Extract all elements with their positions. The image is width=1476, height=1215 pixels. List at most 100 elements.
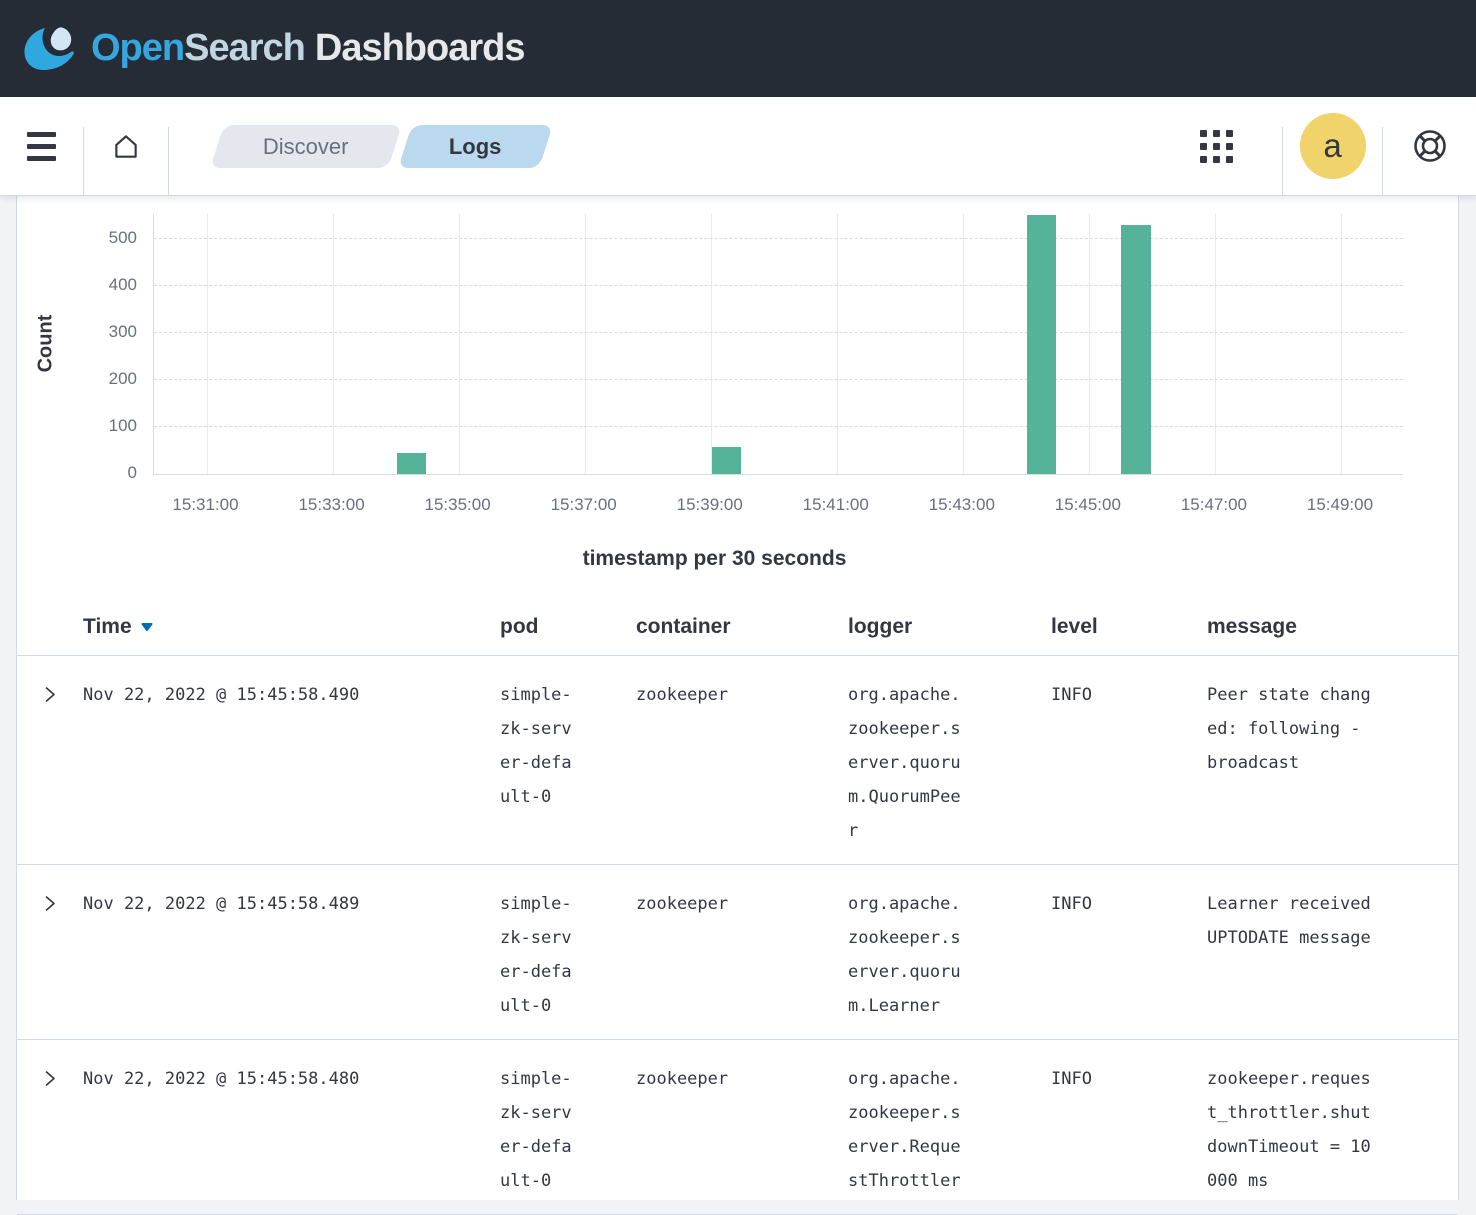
y-axis-title: Count <box>35 244 58 444</box>
vertical-gridline <box>837 214 838 474</box>
top-banner: OpenSearchDashboards <box>0 0 1476 97</box>
horizontal-gridline <box>154 379 1403 380</box>
opensearch-logo-icon <box>22 26 76 72</box>
table-row[interactable]: Nov 22, 2022 @ 15:45:58.490 simple-zk-se… <box>17 656 1458 865</box>
expand-row-button[interactable] <box>41 685 59 707</box>
cell-level: INFO <box>1051 865 1207 1040</box>
avatar: a <box>1300 113 1366 179</box>
apps-grid-icon <box>1200 130 1233 163</box>
x-axis-tick-label: 15:35:00 <box>393 495 523 515</box>
histogram-bar[interactable] <box>1027 215 1057 474</box>
column-header-logger[interactable]: logger <box>848 600 1051 656</box>
cell-expand <box>17 1040 83 1215</box>
cell-logger: org.apache.zookeeper.server.RequestThrot… <box>848 1040 1051 1215</box>
column-header-pod[interactable]: pod <box>500 600 636 656</box>
vertical-gridline <box>1215 214 1216 474</box>
cell-container: zookeeper <box>636 865 848 1040</box>
header-expand-spacer <box>17 600 83 656</box>
logo-word-search: Search <box>184 27 305 69</box>
x-axis-tick-label: 15:31:00 <box>141 495 271 515</box>
histogram-bar[interactable] <box>397 453 427 474</box>
x-axis-tick-label: 15:39:00 <box>645 495 775 515</box>
log-table: Time pod container logger level message <box>17 600 1458 1215</box>
cell-message: zookeeper.request_throttler.shutdownTime… <box>1207 1040 1458 1215</box>
table-row[interactable]: Nov 22, 2022 @ 15:45:58.480 simple-zk-se… <box>17 1040 1458 1215</box>
breadcrumb-logs[interactable]: Logs <box>398 125 553 168</box>
cell-time: Nov 22, 2022 @ 15:45:58.480 <box>83 1040 500 1215</box>
page-content: Count timestamp per 30 seconds 15:31:001… <box>0 196 1476 1200</box>
cell-level: INFO <box>1051 1040 1207 1215</box>
user-menu-button[interactable]: a <box>1283 97 1382 195</box>
vertical-gridline <box>963 214 964 474</box>
vertical-gridline <box>1341 214 1342 474</box>
apps-menu-button[interactable] <box>1150 97 1282 195</box>
vertical-gridline <box>711 214 712 474</box>
breadcrumb-logs-label: Logs <box>449 133 502 159</box>
histogram-bar[interactable] <box>712 447 742 474</box>
cell-message: Peer state changed: following - broadcas… <box>1207 656 1458 865</box>
sort-desc-icon[interactable] <box>140 622 154 632</box>
opensearch-logo[interactable]: OpenSearchDashboards <box>22 26 525 72</box>
cell-expand <box>17 865 83 1040</box>
vertical-gridline <box>207 214 208 474</box>
vertical-gridline <box>459 214 460 474</box>
cell-time: Nov 22, 2022 @ 15:45:58.490 <box>83 656 500 865</box>
plot-area[interactable] <box>153 214 1403 475</box>
cell-expand <box>17 656 83 865</box>
cell-level: INFO <box>1051 656 1207 865</box>
column-header-container[interactable]: container <box>636 600 848 656</box>
navbar-right: a <box>1150 97 1476 195</box>
x-axis-tick-label: 15:37:00 <box>519 495 649 515</box>
expand-row-button[interactable] <box>41 894 59 916</box>
y-axis-tick-label: 100 <box>67 416 137 436</box>
breadcrumb-discover[interactable]: Discover <box>210 125 402 168</box>
column-header-message[interactable]: message <box>1207 600 1458 656</box>
cell-logger: org.apache.zookeeper.server.quorum.Learn… <box>848 865 1051 1040</box>
breadcrumb: Discover Logs <box>217 97 545 195</box>
cell-container: zookeeper <box>636 1040 848 1215</box>
y-axis-tick-label: 500 <box>67 228 137 248</box>
horizontal-gridline <box>154 285 1403 286</box>
y-axis-tick-label: 300 <box>67 322 137 342</box>
horizontal-gridline <box>154 426 1403 427</box>
x-axis-tick-label: 15:47:00 <box>1149 495 1279 515</box>
horizontal-gridline <box>154 238 1403 239</box>
expand-row-button[interactable] <box>41 1069 59 1091</box>
y-axis-tick-label: 400 <box>67 275 137 295</box>
cell-logger: org.apache.zookeeper.server.quorum.Quoru… <box>848 656 1051 865</box>
chevron-right-icon <box>41 894 59 913</box>
help-button[interactable] <box>1383 97 1476 195</box>
x-axis-tick-label: 15:43:00 <box>897 495 1027 515</box>
vertical-gridline <box>1089 214 1090 474</box>
chevron-right-icon <box>41 685 59 704</box>
x-axis-tick-label: 15:33:00 <box>267 495 397 515</box>
histogram-bar[interactable] <box>1121 225 1151 474</box>
x-axis-tick-label: 15:49:00 <box>1275 495 1405 515</box>
vertical-gridline <box>585 214 586 474</box>
cell-pod: simple-zk-server-default-0 <box>500 1040 636 1215</box>
home-icon <box>111 131 141 161</box>
cell-time: Nov 22, 2022 @ 15:45:58.489 <box>83 865 500 1040</box>
table-header-row: Time pod container logger level message <box>17 600 1458 656</box>
cell-message: Learner received UPTODATE message <box>1207 865 1458 1040</box>
opensearch-logo-text: OpenSearchDashboards <box>91 27 525 70</box>
horizontal-gridline <box>154 332 1403 333</box>
vertical-gridline <box>333 214 334 474</box>
chevron-right-icon <box>41 1069 59 1088</box>
x-axis-tick-label: 15:41:00 <box>771 495 901 515</box>
column-header-level[interactable]: level <box>1051 600 1207 656</box>
column-header-time[interactable]: Time <box>83 600 500 656</box>
histogram-chart[interactable]: Count timestamp per 30 seconds 15:31:001… <box>17 196 1458 600</box>
menu-button[interactable] <box>0 97 83 195</box>
hamburger-icon <box>27 132 56 161</box>
x-axis-title: timestamp per 30 seconds <box>17 547 1412 571</box>
y-axis-tick-label: 0 <box>67 463 137 483</box>
table-row[interactable]: Nov 22, 2022 @ 15:45:58.489 simple-zk-se… <box>17 865 1458 1040</box>
divider <box>168 127 169 195</box>
x-axis-tick-label: 15:45:00 <box>1023 495 1153 515</box>
home-button[interactable] <box>84 97 168 195</box>
y-axis-tick-label: 200 <box>67 369 137 389</box>
help-lifebuoy-icon <box>1408 124 1452 168</box>
cell-container: zookeeper <box>636 656 848 865</box>
logo-word-open: Open <box>91 27 184 69</box>
